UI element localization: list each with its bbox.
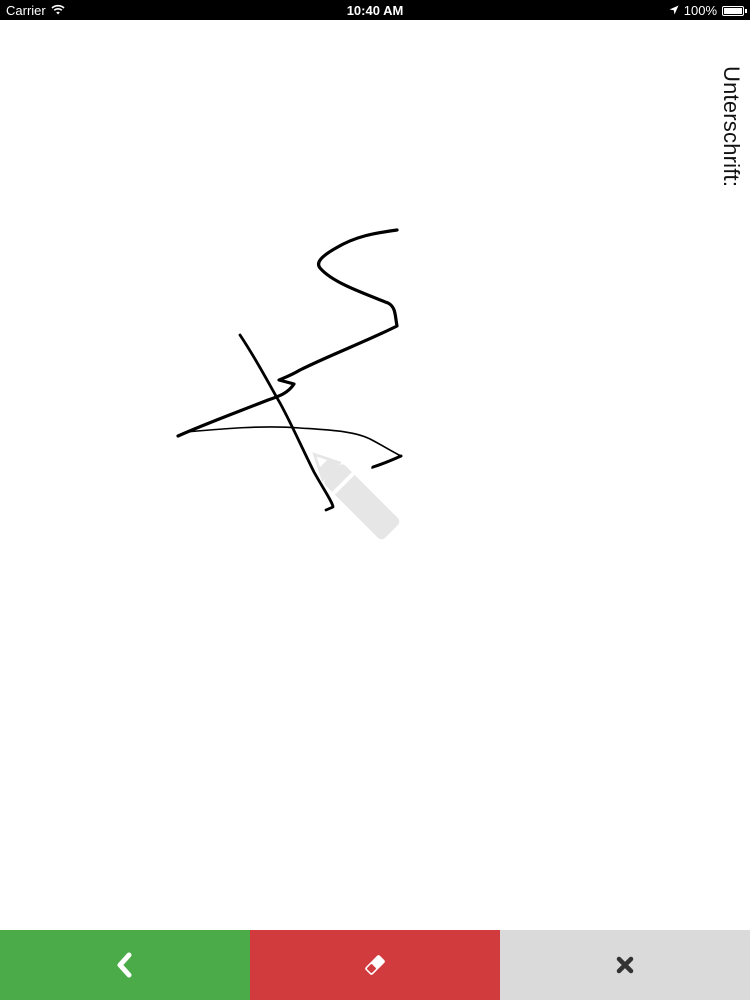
chevron-left-icon [115, 952, 135, 978]
signature-drawing [176, 228, 403, 540]
close-icon [615, 955, 635, 975]
location-arrow-icon [669, 3, 679, 18]
signature-strokes [176, 228, 403, 512]
battery-percent: 100% [683, 3, 717, 18]
signature-stroke-main [176, 228, 399, 438]
signature-label: Unterschrift: [719, 66, 744, 188]
signature-stroke-tail [371, 454, 403, 469]
close-button[interactable] [500, 930, 750, 1000]
pencil-icon [312, 452, 400, 540]
status-bar: Carrier 10:40 AM 100% [0, 0, 750, 20]
eraser-button[interactable] [250, 930, 500, 1000]
bottom-toolbar [0, 930, 750, 1000]
signature-stroke-thin [185, 426, 402, 469]
status-right: 100% [669, 3, 747, 18]
status-time: 10:40 AM [346, 3, 404, 18]
battery-fill [724, 7, 742, 14]
eraser-icon [363, 953, 387, 977]
back-button[interactable] [0, 930, 250, 1000]
battery-icon [722, 5, 747, 16]
signature-canvas[interactable]: Unterschrift: [0, 20, 750, 930]
